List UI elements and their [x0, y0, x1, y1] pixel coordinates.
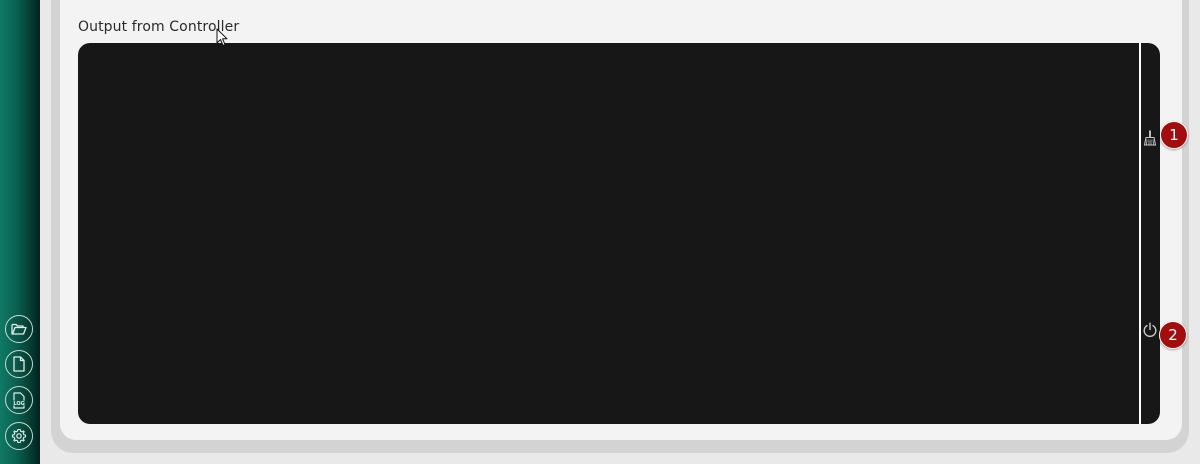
- settings-button[interactable]: [5, 422, 33, 450]
- folder-open-icon: [11, 323, 27, 335]
- controller-output-console[interactable]: [78, 43, 1160, 424]
- left-sidebar: LOG: [0, 0, 40, 464]
- clear-output-button[interactable]: [1142, 130, 1158, 146]
- mouse-cursor-icon: [216, 28, 228, 46]
- console-divider: [1139, 43, 1141, 424]
- broom-icon: [1143, 130, 1157, 146]
- log-label: LOG: [13, 400, 24, 406]
- app-window: LOG Output from Controller 1 2: [0, 0, 1200, 464]
- open-folder-button[interactable]: [5, 315, 33, 343]
- new-file-icon: [13, 356, 25, 372]
- power-button[interactable]: [1142, 322, 1158, 338]
- power-icon: [1143, 322, 1157, 338]
- callout-marker-2: 2: [1159, 321, 1187, 349]
- log-file-icon: LOG: [12, 391, 26, 409]
- new-file-button[interactable]: [5, 350, 33, 378]
- callout-marker-1: 1: [1160, 121, 1188, 149]
- gear-icon: [11, 428, 27, 444]
- output-panel-title: Output from Controller: [78, 19, 240, 35]
- log-file-button[interactable]: LOG: [5, 386, 33, 414]
